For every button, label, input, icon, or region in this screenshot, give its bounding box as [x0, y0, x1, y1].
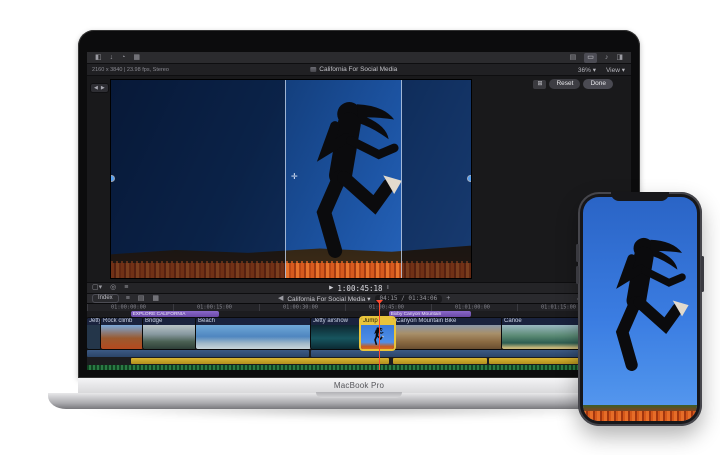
import-icon[interactable]: ↓: [110, 53, 114, 63]
reset-button[interactable]: Reset: [549, 79, 580, 89]
iphone-power-button: [701, 256, 704, 292]
clip-thumbnail: [361, 325, 394, 349]
right-transform-handle[interactable]: [468, 176, 471, 181]
iphone: [578, 192, 702, 426]
new-project-icon[interactable]: +: [446, 294, 450, 304]
index-button[interactable]: Index: [92, 294, 119, 303]
ruler-tick: 01:00:15:00: [197, 304, 232, 310]
previous-edit-icon[interactable]: ◀: [94, 85, 98, 91]
playhead[interactable]: [379, 300, 380, 370]
vertical-crop-region[interactable]: [286, 80, 401, 278]
zoom-tool-icon[interactable]: ≡: [124, 283, 128, 293]
timeline-toolbar: Index ≡ ▤ ▦ ◀ California For Social Medi…: [87, 293, 631, 303]
clip-canoe[interactable]: Canoe: [502, 318, 588, 349]
clip-jump-selected[interactable]: Jump: [361, 318, 394, 349]
crop-dim-left: [111, 80, 286, 278]
inspector-toggle-icon[interactable]: ◨: [616, 53, 623, 63]
timeline-back-icon[interactable]: ◀: [278, 294, 283, 304]
iphone-screen: [583, 197, 697, 421]
project-format-info: 2160 x 3840 | 23.98 fps, Stereo: [92, 67, 169, 73]
fcp-toolbar: ◧ ↓ ◔ ▦ ▤ ▭ ♪ ◨: [87, 52, 631, 64]
clip-thumbnail: [101, 325, 143, 349]
background-tasks-icon[interactable]: ◔: [121, 53, 125, 63]
ruler-tick: 01:00:00:00: [111, 304, 146, 310]
macbook-bottom-bezel: MacBook Pro: [78, 378, 640, 393]
macbook-base: [48, 393, 670, 409]
clip-bridge[interactable]: Bridge: [143, 318, 196, 349]
clip-thumbnail: [143, 325, 196, 349]
ruler-tick: 01:00:45:00: [369, 304, 404, 310]
next-edit-icon[interactable]: ▶: [101, 85, 105, 91]
clip-thumbnail: [502, 325, 588, 349]
ruler-tick: 01:01:00:00: [455, 304, 490, 310]
iphone-volume-down-button: [576, 266, 579, 284]
poppy-field-graphic: [583, 411, 697, 421]
project-icon: [310, 67, 316, 72]
macbook-lid: ◧ ↓ ◔ ▦ ▤ ▭ ♪ ◨ 2160 x 3840 | 23.98 fps,…: [78, 30, 640, 378]
viewer-canvas: ✛: [111, 80, 471, 278]
clip-rock-climb[interactable]: Rock climb: [101, 318, 143, 349]
timeline-duration-chip: 04:15 / 01:34:06: [374, 295, 442, 303]
clip-thumbnail: [196, 325, 311, 349]
macbook-lid-notch: [316, 392, 402, 398]
project-title: California For Social Media: [319, 66, 397, 73]
crop-dim-right: [401, 80, 471, 278]
timeline-toggle-icon[interactable]: ▭: [584, 53, 597, 63]
iphone-volume-up-button: [576, 244, 579, 262]
clip-appearance-3-icon[interactable]: ▦: [152, 294, 159, 304]
browser-toggle-icon[interactable]: ▤: [570, 53, 577, 63]
timeline-ruler[interactable]: 01:00:00:00 01:00:15:00 01:00:30:00 01:0…: [87, 303, 631, 311]
audio-clip-interview[interactable]: Interview sfx: [311, 350, 607, 357]
clip-beach[interactable]: Beach: [196, 318, 311, 349]
title-clip-label: EXPLORE CALIFORNIA: [131, 312, 185, 317]
macbook-label: MacBook Pro: [334, 381, 384, 390]
jumping-person-graphic: [370, 326, 385, 347]
media-music-icon[interactable]: ♪: [605, 53, 609, 63]
trim-icon[interactable]: ◎: [110, 283, 116, 293]
clip-jetty[interactable]: Jetty: [87, 318, 101, 349]
title-clip[interactable]: EXPLORE CALIFORNIA: [131, 311, 219, 317]
jumping-person-graphic: [585, 227, 697, 387]
title-clip[interactable]: Bixby Canyon Mountain: [389, 311, 471, 317]
clip-thumbnail: [87, 325, 101, 349]
clip-appearance-1-icon[interactable]: ≡: [126, 294, 130, 304]
anchor-point-icon[interactable]: ✛: [291, 172, 298, 181]
ruler-tick: 01:01:15:00: [541, 304, 576, 310]
edit-navigation: ◀ ▶: [90, 83, 109, 93]
viewer-info-bar: 2160 x 3840 | 23.98 fps, Stereo Californ…: [87, 64, 631, 76]
keyword-editor-icon[interactable]: ▦: [133, 53, 140, 63]
audio-meters-icon[interactable]: ‖: [387, 285, 389, 291]
audio-clip-music[interactable]: California music: [87, 365, 607, 370]
viewer-pane: ◀ ▶ ⊞ Reset Done: [87, 76, 631, 282]
title-clip-label: Bixby Canyon Mountain: [389, 312, 441, 317]
sidebar-toggle-icon[interactable]: ◧: [95, 53, 102, 63]
clip-jetty-airshow[interactable]: Jetty airshow: [311, 318, 361, 349]
clip-canyon-mountain-bike[interactable]: Canyon Mountain Bike: [394, 318, 502, 349]
timeline-pane: EXPLORE CALIFORNIA Bixby Canyon Mountain…: [87, 311, 631, 370]
transform-grid-icon[interactable]: ⊞: [533, 80, 546, 89]
audio-clip-bike-sfx[interactable]: Bike sfx: [393, 358, 487, 364]
transport-bar: ▢▾ ◎ ≡ ▶ 1:00:45:18 ‖: [87, 282, 631, 293]
zoom-level-dropdown[interactable]: 36% ▾: [578, 66, 596, 74]
play-icon[interactable]: ▶: [329, 285, 333, 291]
done-button[interactable]: Done: [583, 79, 613, 89]
clip-thumbnail: [311, 325, 361, 349]
ruler-tick: 01:00:30:00: [283, 304, 318, 310]
timeline-project-dropdown[interactable]: California For Social Media ▾: [287, 295, 370, 303]
iphone-notch: [611, 192, 669, 201]
macbook-screen: ◧ ↓ ◔ ▦ ▤ ▭ ♪ ◨ 2160 x 3840 | 23.98 fps,…: [87, 52, 631, 370]
clip-thumbnail: [394, 325, 502, 349]
clip-appearance-2-icon[interactable]: ▤: [138, 294, 145, 304]
audio-clip-ambience-sfx[interactable]: Ambience sfx: [131, 358, 389, 364]
view-dropdown[interactable]: View ▾: [606, 66, 625, 74]
viewer-timecode: 1:00:45:18: [337, 284, 382, 293]
tools-menu-icon[interactable]: ▢▾: [92, 283, 102, 293]
audio-clip-voiceover[interactable]: California voice over: [87, 350, 309, 357]
